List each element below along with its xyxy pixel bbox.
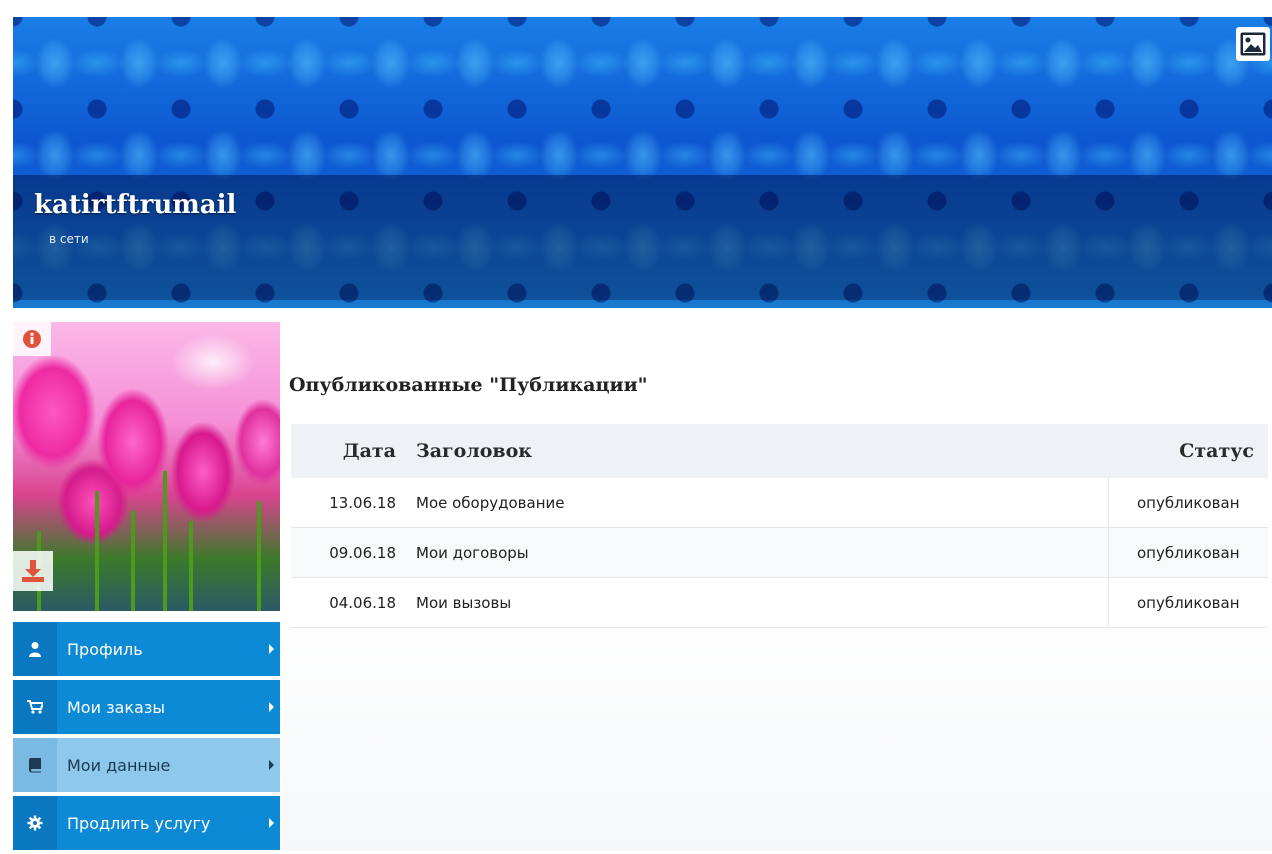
cell-date: 04.06.18: [291, 577, 406, 628]
cell-title-link[interactable]: Мое оборудование: [406, 478, 1108, 528]
sidebar-item-my-data[interactable]: Мои данные: [13, 738, 280, 792]
publications-table: Дата Заголовок Статус 13.06.18 Мое обору…: [291, 424, 1268, 628]
caret-right-icon: [269, 818, 274, 828]
table-row[interactable]: 09.06.18 Мои договоры опубликован: [291, 527, 1268, 578]
profile-username: katirtftrumail: [34, 190, 237, 220]
profile-cover: katirtftrumail в сети: [13, 17, 1272, 308]
avatar-download-button[interactable]: [13, 551, 53, 591]
change-cover-button[interactable]: [1236, 27, 1270, 61]
cell-status: опубликован: [1107, 527, 1268, 578]
sidebar-item-label: Продлить услугу: [67, 813, 211, 833]
sidebar-item-profile[interactable]: Профиль: [13, 622, 280, 676]
online-status: в сети: [49, 232, 89, 246]
table-row[interactable]: 13.06.18 Мое оборудование опубликован: [291, 478, 1268, 528]
sidebar-item-label: Мои данные: [67, 755, 171, 775]
column-header-title[interactable]: Заголовок: [406, 424, 1108, 478]
table-header-row: Дата Заголовок Статус: [291, 424, 1268, 478]
book-icon: [29, 758, 41, 773]
page-title: Опубликованные "Публикации": [289, 374, 648, 396]
cell-title-link[interactable]: Мои вызовы: [406, 577, 1108, 628]
cell-status: опубликован: [1107, 478, 1268, 528]
gear-icon: [27, 815, 43, 831]
column-header-status[interactable]: Статус: [1108, 424, 1268, 478]
user-icon: [29, 642, 41, 657]
caret-right-icon: [269, 760, 274, 770]
sidebar-item-label: Профиль: [67, 639, 143, 659]
info-icon: [23, 330, 41, 348]
image-icon: [1240, 32, 1266, 56]
column-header-date[interactable]: Дата: [291, 424, 406, 478]
sidebar-item-label: Мои заказы: [67, 697, 165, 717]
sidebar-menu: Профиль Мои заказы Мои данные Продлить у…: [13, 622, 280, 854]
caret-right-icon: [269, 644, 274, 654]
cell-date: 13.06.18: [291, 478, 406, 528]
table-row[interactable]: 04.06.18 Мои вызовы опубликован: [291, 577, 1268, 628]
cell-title-link[interactable]: Мои договоры: [406, 527, 1108, 578]
sidebar-item-extend-service[interactable]: Продлить услугу: [13, 796, 280, 850]
cart-icon: [27, 700, 43, 714]
profile-avatar: [13, 322, 280, 611]
sidebar-item-orders[interactable]: Мои заказы: [13, 680, 280, 734]
download-icon: [22, 560, 44, 582]
cell-status: опубликован: [1107, 577, 1268, 628]
caret-right-icon: [269, 702, 274, 712]
avatar-info-button[interactable]: [13, 322, 51, 356]
cell-date: 09.06.18: [291, 527, 406, 578]
